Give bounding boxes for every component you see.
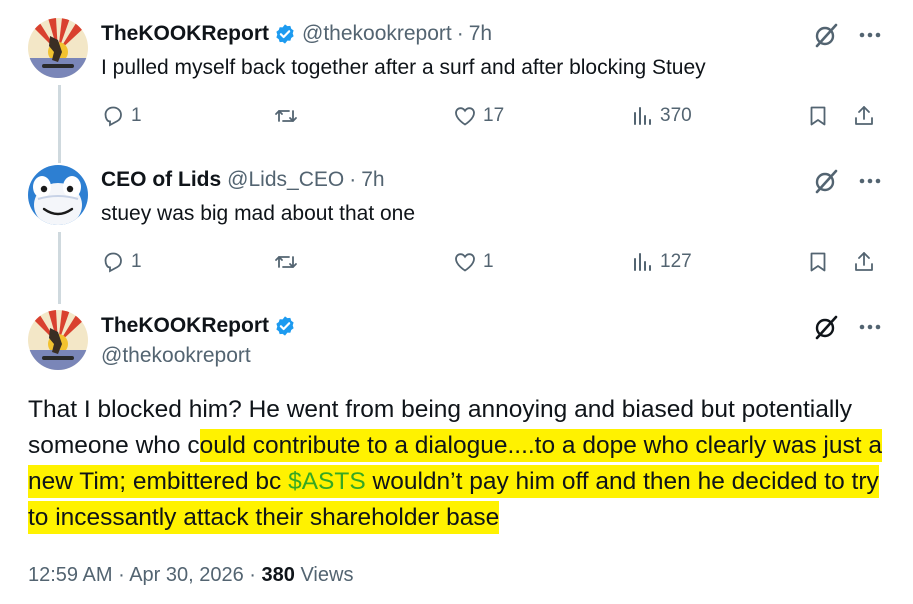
separator-dot: · xyxy=(118,564,130,586)
tweet-header: TheKOOKReport xyxy=(101,314,296,338)
views-button[interactable]: 370 xyxy=(630,100,692,132)
views-icon xyxy=(634,253,651,271)
thread-line xyxy=(58,232,61,304)
text-segment: embittered bc xyxy=(126,468,289,495)
tweet-header: CEO of Lids @Lids_CEO · 7h xyxy=(101,168,385,192)
bookmark-button[interactable] xyxy=(806,100,830,132)
reply-icon xyxy=(104,106,122,127)
reply-button[interactable]: 1 xyxy=(101,246,142,278)
tweet-header: TheKOOKReport @thekookreport · 7h xyxy=(101,22,492,46)
retweet-icon xyxy=(275,256,297,268)
display-name[interactable]: CEO of Lids xyxy=(101,168,221,192)
tweet-top-icons xyxy=(813,22,883,48)
reply-count: 1 xyxy=(131,105,142,126)
bookmark-icon xyxy=(810,252,826,272)
like-count: 17 xyxy=(483,105,505,126)
like-button[interactable]: 17 xyxy=(453,100,504,132)
tweet-meta: 12:59 AM · Apr 30, 2026 · 380 Views xyxy=(28,564,353,587)
share-icon xyxy=(855,106,873,125)
share-button[interactable] xyxy=(852,246,876,278)
handle[interactable]: @thekookreport xyxy=(101,344,251,368)
retweet-button[interactable] xyxy=(274,246,298,278)
more-icon[interactable] xyxy=(857,171,883,191)
handle[interactable]: @Lids_CEO xyxy=(227,168,344,192)
cashtag-link[interactable]: $ASTS xyxy=(288,468,366,495)
like-count: 1 xyxy=(483,251,494,272)
tweet-top-icons xyxy=(813,314,883,340)
bookmark-button[interactable] xyxy=(806,246,830,278)
avatar[interactable] xyxy=(28,165,88,225)
avatar[interactable] xyxy=(28,18,88,78)
display-name[interactable]: TheKOOKReport xyxy=(101,22,269,46)
retweet-button[interactable] xyxy=(274,100,298,132)
avatar[interactable] xyxy=(28,310,88,370)
share-icon xyxy=(855,252,873,271)
display-name[interactable]: TheKOOKReport xyxy=(101,314,269,338)
handle[interactable]: @thekookreport xyxy=(302,22,452,46)
bookmark-icon xyxy=(810,106,826,126)
post-time[interactable]: 12:59 AM xyxy=(28,564,113,586)
more-icon[interactable] xyxy=(857,317,883,337)
separator-dot: · xyxy=(349,168,357,191)
verified-icon xyxy=(274,315,296,337)
separator-dot: · xyxy=(456,22,464,45)
timestamp[interactable]: 7h xyxy=(469,22,492,46)
grok-icon[interactable] xyxy=(813,22,839,48)
views-label: Views xyxy=(300,564,354,586)
tweet-text: I pulled myself back together after a su… xyxy=(101,56,706,79)
retweet-icon xyxy=(275,110,297,122)
post-date[interactable]: Apr 30, 2026 xyxy=(129,564,244,586)
main-tweet-text: That I blocked him? He went from being a… xyxy=(28,392,888,536)
views-total: 380 xyxy=(261,564,295,586)
reply-icon xyxy=(104,252,122,273)
reply-button[interactable]: 1 xyxy=(101,100,142,132)
tweet-top-icons xyxy=(813,168,883,194)
handle-line: @thekookreport xyxy=(101,344,251,368)
views-count: 127 xyxy=(660,251,692,272)
grok-icon[interactable] xyxy=(813,168,839,194)
verified-icon xyxy=(274,23,296,45)
separator-dot: · xyxy=(249,564,262,586)
views-icon xyxy=(634,107,651,125)
grok-icon[interactable] xyxy=(813,314,839,340)
views-count: 370 xyxy=(660,105,692,126)
reply-count: 1 xyxy=(131,251,142,272)
share-button[interactable] xyxy=(852,100,876,132)
like-icon xyxy=(455,107,475,126)
timestamp[interactable]: 7h xyxy=(361,168,384,192)
like-button[interactable]: 1 xyxy=(453,246,494,278)
tweet-text: stuey was big mad about that one xyxy=(101,202,416,225)
like-icon xyxy=(455,253,475,272)
more-icon[interactable] xyxy=(857,25,883,45)
views-button[interactable]: 127 xyxy=(630,246,692,278)
thread-line xyxy=(58,85,61,163)
